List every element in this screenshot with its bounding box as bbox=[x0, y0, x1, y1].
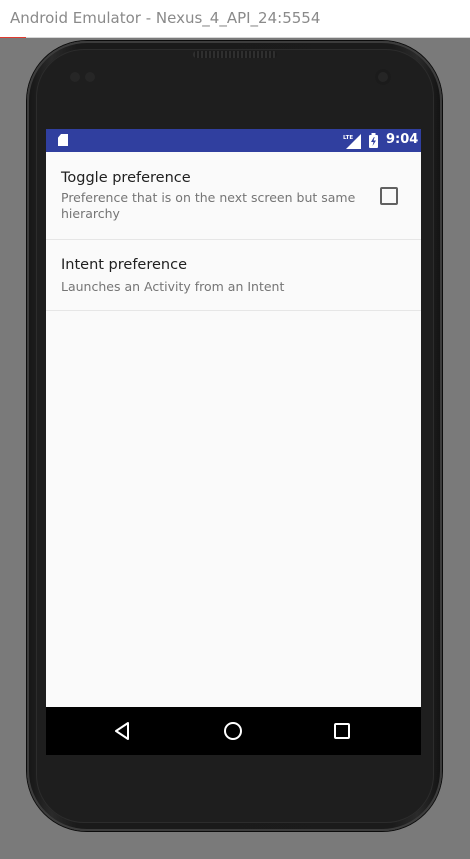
status-bar: LTE 9:04 bbox=[46, 129, 421, 152]
proximity-sensor bbox=[70, 72, 80, 82]
intent-preference-item[interactable]: Intent preference Launches an Activity f… bbox=[46, 240, 421, 311]
light-sensor bbox=[85, 72, 95, 82]
preference-list: Toggle preference Preference that is on … bbox=[46, 152, 421, 311]
toggle-preference-summary: Preference that is on the next screen bu… bbox=[61, 190, 356, 221]
svg-text:LTE: LTE bbox=[343, 135, 353, 141]
lte-signal-icon: LTE bbox=[343, 134, 361, 149]
sd-card-icon bbox=[58, 134, 68, 146]
earpiece-speaker bbox=[193, 51, 277, 58]
intent-preference-summary: Launches an Activity from an Intent bbox=[61, 279, 285, 294]
toggle-preference-item[interactable]: Toggle preference Preference that is on … bbox=[46, 152, 421, 240]
back-icon[interactable] bbox=[111, 719, 135, 743]
toggle-preference-title: Toggle preference bbox=[61, 170, 191, 186]
recents-icon[interactable] bbox=[330, 719, 354, 743]
emulator-window-titlebar: Android Emulator - Nexus_4_API_24:5554 bbox=[0, 0, 470, 38]
intent-preference-title: Intent preference bbox=[61, 257, 187, 273]
front-camera bbox=[375, 69, 391, 85]
status-time: 9:04 bbox=[386, 132, 419, 147]
battery-charging-icon bbox=[369, 133, 378, 148]
toggle-preference-checkbox[interactable] bbox=[380, 187, 398, 205]
window-title: Android Emulator - Nexus_4_API_24:5554 bbox=[10, 9, 321, 27]
home-icon[interactable] bbox=[221, 719, 245, 743]
device-screen: LTE 9:04 Toggle preference Preference th… bbox=[46, 129, 421, 755]
navigation-bar bbox=[46, 707, 421, 755]
